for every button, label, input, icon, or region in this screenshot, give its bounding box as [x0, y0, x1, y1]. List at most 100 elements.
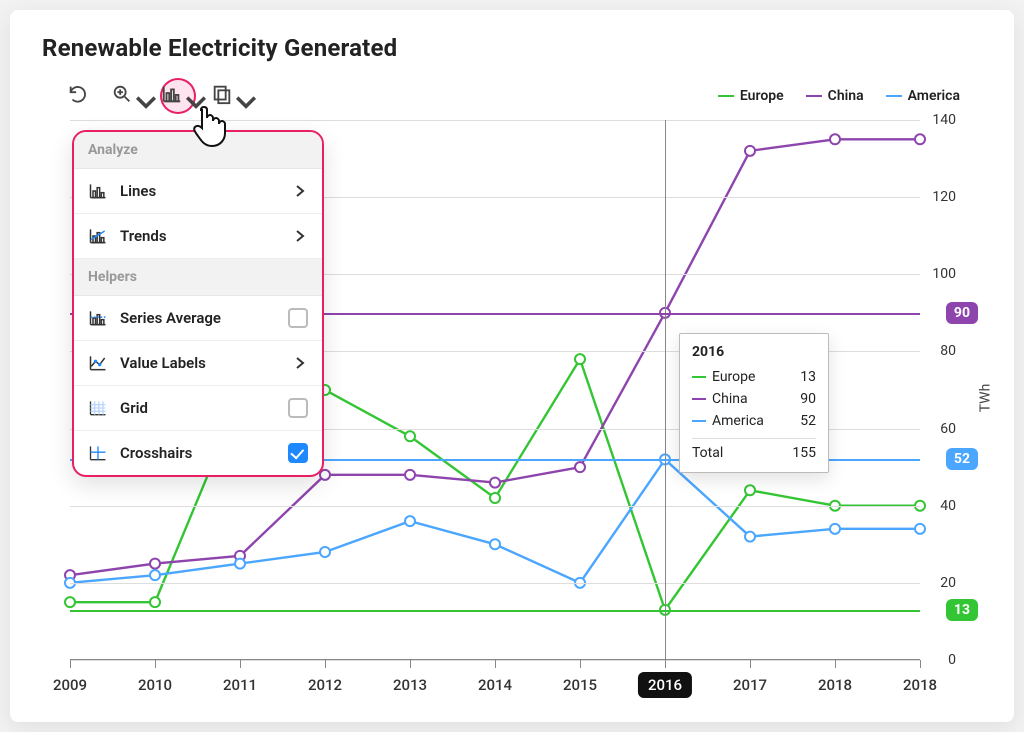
grid-icon — [88, 398, 108, 418]
x-tick — [240, 660, 241, 668]
x-tick — [920, 660, 921, 668]
x-tick — [155, 660, 156, 668]
x-tick-label: 2015 — [563, 676, 597, 694]
menu-item-lines[interactable]: Lines — [74, 169, 322, 214]
legend-item-china[interactable]: China — [806, 88, 864, 104]
legend-item-europe[interactable]: Europe — [718, 88, 784, 104]
x-tick-label: 2014 — [478, 676, 512, 694]
crosshairs-icon — [88, 443, 108, 463]
tooltip-total-value: 155 — [792, 445, 816, 461]
series-average-icon — [88, 308, 108, 328]
gridline — [70, 120, 920, 121]
menu-item-label: Crosshairs — [120, 444, 288, 462]
tooltip-row: China 90 — [692, 388, 816, 410]
tooltip-row: America 52 — [692, 410, 816, 432]
menu-item-value-labels[interactable]: Value Labels — [74, 341, 322, 386]
x-tick — [70, 660, 71, 668]
checkbox-grid[interactable] — [288, 398, 308, 418]
lines-icon — [88, 181, 108, 201]
tooltip-series-value: 90 — [800, 391, 816, 407]
y-tick-label: 80 — [940, 343, 956, 359]
zoom-button[interactable] — [110, 78, 146, 114]
menu-item-crosshairs[interactable]: Crosshairs — [74, 431, 322, 475]
x-tick-label: 2018 — [903, 676, 937, 694]
gridline — [70, 583, 920, 584]
menu-item-grid[interactable]: Grid — [74, 386, 322, 431]
tooltip-series-label: China — [712, 391, 748, 407]
x-tick-label: 2018 — [818, 676, 852, 694]
chevron-right-icon — [292, 355, 308, 371]
x-tick-label: 2013 — [393, 676, 427, 694]
chevron-right-icon — [292, 183, 308, 199]
tooltip-series-value: 13 — [800, 369, 816, 385]
x-tick — [750, 660, 751, 668]
tooltip-title: 2016 — [692, 344, 816, 360]
y-tick-label: 60 — [940, 421, 956, 437]
chevron-down-icon — [135, 91, 145, 101]
menu-header-analyze: Analyze — [74, 132, 322, 169]
trends-icon — [88, 226, 108, 246]
series-end-badge: 52 — [946, 448, 978, 470]
x-tick-label: 2011 — [223, 676, 257, 694]
x-tick — [410, 660, 411, 668]
checkbox-crosshairs[interactable] — [288, 443, 308, 463]
analyze-button[interactable] — [160, 78, 196, 114]
tooltip-series-label: Europe — [712, 369, 755, 385]
chevron-down-icon — [185, 91, 195, 101]
series-end-badge: 13 — [946, 599, 978, 621]
chart-card: Renewable Electricity Generated — [10, 10, 1014, 722]
y-tick-label: 40 — [940, 498, 956, 514]
x-tick-label: 2016 — [638, 672, 692, 698]
x-tick-label: 2010 — [138, 676, 172, 694]
x-tick-label: 2009 — [53, 676, 87, 694]
menu-item-label: Lines — [120, 182, 292, 200]
checkbox-series-average[interactable] — [288, 308, 308, 328]
series-end-badge: 90 — [946, 302, 978, 324]
legend-label: America — [908, 88, 960, 104]
undo-icon — [67, 83, 89, 109]
tooltip-series-value: 52 — [800, 413, 816, 429]
menu-item-label: Trends — [120, 227, 292, 245]
y-axis-title: TWh — [978, 384, 994, 413]
tooltip-series-label: America — [712, 413, 764, 429]
chart-legend: Europe China America — [718, 88, 960, 104]
tooltip-total-row: Total 155 — [692, 438, 816, 464]
crosshair-line — [665, 120, 666, 660]
analyze-menu: Analyze Lines Trends Helpers S — [72, 130, 324, 477]
x-tick-label: 2012 — [308, 676, 342, 694]
chart-title: Renewable Electricity Generated — [42, 34, 982, 62]
y-tick-label: 0 — [948, 652, 956, 668]
y-tick-label: 120 — [932, 189, 956, 205]
legend-item-america[interactable]: America — [886, 88, 960, 104]
x-tick — [580, 660, 581, 668]
x-tick — [665, 660, 666, 668]
x-tick — [325, 660, 326, 668]
undo-button[interactable] — [60, 78, 96, 114]
menu-item-label: Series Average — [120, 309, 288, 327]
legend-label: Europe — [740, 88, 784, 104]
copy-button[interactable] — [210, 78, 246, 114]
y-tick-label: 20 — [940, 575, 956, 591]
series-level-line — [70, 610, 920, 612]
copy-icon — [211, 83, 233, 109]
x-tick — [835, 660, 836, 668]
menu-item-label: Value Labels — [120, 354, 292, 372]
menu-item-trends[interactable]: Trends — [74, 214, 322, 259]
menu-item-label: Grid — [120, 399, 288, 417]
legend-label: China — [828, 88, 864, 104]
y-tick-label: 140 — [932, 112, 956, 128]
x-tick — [495, 660, 496, 668]
y-tick-label: 100 — [932, 266, 956, 282]
zoom-icon — [111, 83, 133, 109]
chevron-right-icon — [292, 228, 308, 244]
analyze-icon — [161, 83, 183, 109]
gridline — [70, 506, 920, 507]
crosshair-tooltip: 2016 Europe 13 China 90 America 52 Total… — [679, 333, 829, 473]
chevron-down-icon — [235, 91, 245, 101]
tooltip-total-label: Total — [692, 445, 723, 461]
menu-header-helpers: Helpers — [74, 259, 322, 296]
x-tick-label: 2017 — [733, 676, 767, 694]
value-labels-icon — [88, 353, 108, 373]
menu-item-series-average[interactable]: Series Average — [74, 296, 322, 341]
tooltip-row: Europe 13 — [692, 366, 816, 388]
